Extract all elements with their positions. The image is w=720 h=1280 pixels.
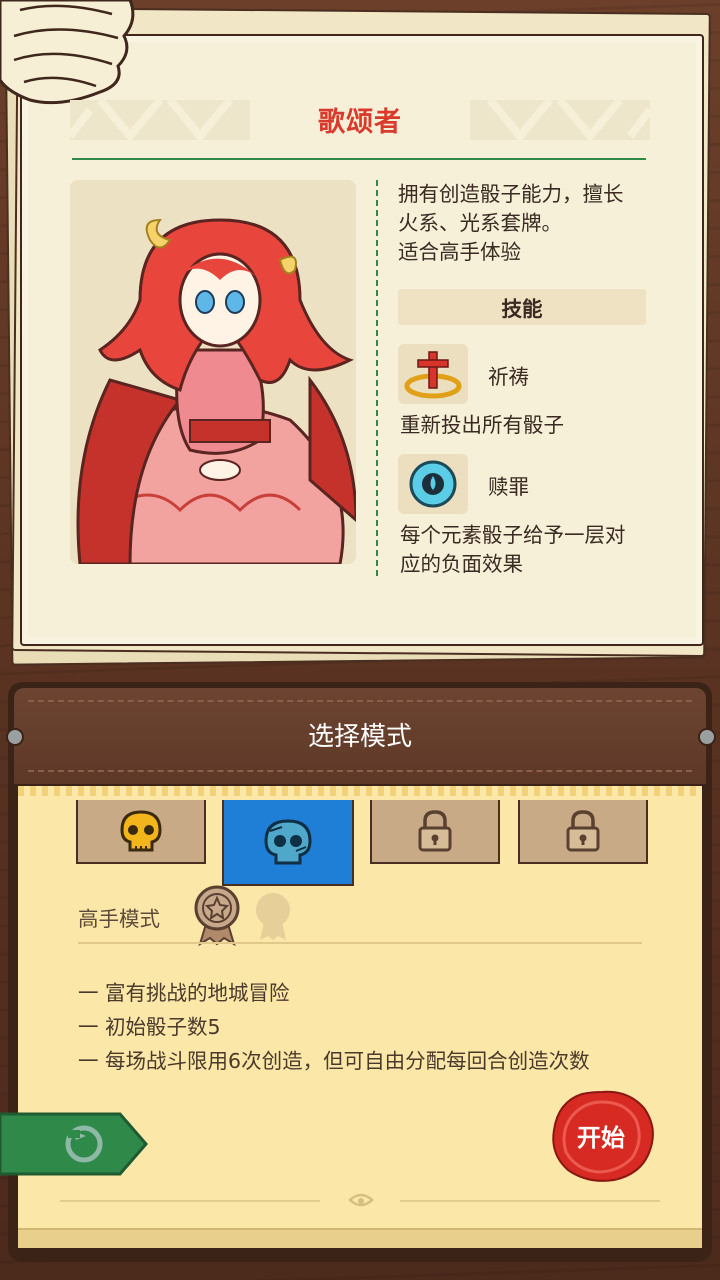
blue-skull-icon — [264, 819, 312, 865]
skill-description: 重新投出所有骰子 — [400, 413, 564, 437]
mode-tab-normal[interactable] — [76, 800, 206, 864]
list-item: 每场战斗限用6次创造，但可自由分配每回合创造次数 — [78, 1044, 590, 1078]
blue-skull-icon[interactable] — [398, 454, 468, 514]
skill-description-line: 应的负面效果 — [400, 552, 523, 576]
hand-icon — [0, 0, 135, 105]
paper-edge — [18, 786, 702, 796]
skill-description-line: 每个元素骰子给予一层对 — [400, 523, 626, 547]
gold-skull-icon — [120, 810, 162, 852]
skill-name: 赎罪 — [488, 475, 529, 499]
paper-bottom-edge — [18, 1228, 702, 1248]
lock-icon — [418, 810, 452, 852]
title-divider — [72, 158, 646, 160]
selected-mode-label: 高手模式 — [78, 907, 160, 931]
skill-description: 每个元素骰子给予一层对 应的负面效果 — [400, 521, 670, 579]
mode-tab-locked-2[interactable] — [518, 800, 648, 864]
mode-tab-locked-1[interactable] — [370, 800, 500, 864]
start-button-label[interactable]: 开始 — [548, 1118, 654, 1153]
skill-name: 祈祷 — [488, 365, 529, 389]
list-item: 初始骰子数5 — [78, 1010, 590, 1044]
star-medal-icon — [194, 885, 240, 946]
description-line: 适合高手体验 — [398, 240, 521, 264]
eye-icon — [348, 1193, 374, 1207]
skills-header: 技能 — [398, 289, 646, 325]
lock-icon — [566, 810, 600, 852]
column-divider — [376, 180, 378, 576]
mode-divider — [78, 942, 642, 944]
empty-medal-icon — [256, 893, 290, 940]
golden-cross-icon[interactable] — [398, 344, 468, 404]
mode-feature-list: 富有挑战的地城冒险 初始骰子数5 每场战斗限用6次创造，但可自由分配每回合创造次… — [78, 976, 590, 1078]
description-line: 拥有创造骰子能力，擅长 — [398, 182, 624, 206]
character-name: 歌颂者 — [318, 107, 402, 138]
mode-panel-title: 选择模式 — [307, 722, 412, 752]
bottom-rule-right — [400, 1200, 660, 1202]
mode-tab-expert[interactable] — [222, 800, 354, 886]
character-description: 拥有创造骰子能力，擅长 火系、光系套牌。 适合高手体验 — [398, 180, 668, 267]
description-line: 火系、光系套牌。 — [398, 211, 562, 235]
list-item: 富有挑战的地城冒险 — [78, 976, 590, 1010]
back-button[interactable] — [0, 1112, 148, 1176]
character-portrait — [70, 180, 356, 564]
bottom-rule-left — [60, 1200, 320, 1202]
